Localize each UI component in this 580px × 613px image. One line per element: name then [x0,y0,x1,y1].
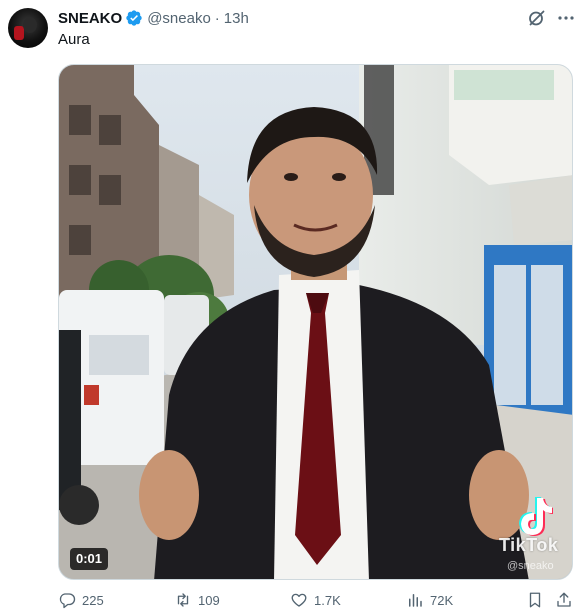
grok-icon[interactable] [527,8,547,28]
tweet-text: Aura [58,31,90,48]
video-player[interactable]: 0:01 TikTok @sneako [58,64,573,580]
more-options-icon[interactable] [556,8,576,28]
reply-icon [59,593,76,609]
views-count: 72K [430,592,454,608]
tiktok-logo-icon [519,497,553,536]
retweet-icon [177,593,189,607]
tiktok-watermark: TikTok [499,535,559,555]
bar-chart-icon [409,594,422,607]
reply-count: 225 [82,592,104,608]
separator-dot: · [214,9,220,27]
bookmark-button[interactable] [526,588,544,612]
avatar-accent [14,26,24,40]
avatar-silhouette [23,17,37,33]
video-timestamp: 0:01 [70,548,109,570]
video-frame [59,65,572,579]
views-button[interactable]: 72K [406,588,453,612]
author-name[interactable]: SNEAKO [58,10,122,27]
tweet-header: SNEAKO @sneako · 13h [58,8,249,28]
tiktok-watermark-handle: @sneako [507,560,554,572]
reply-button[interactable]: 225 [58,588,104,612]
like-button[interactable]: 1.7K [290,588,341,612]
share-button[interactable] [555,588,573,612]
author-handle[interactable]: @sneako [147,10,211,27]
retweet-button[interactable]: 109 [174,588,220,612]
avatar[interactable] [8,8,48,48]
verified-badge-icon [125,9,143,27]
bookmark-icon [529,592,541,608]
heart-icon [291,593,307,607]
retweet-count: 109 [198,592,220,608]
tweet-time[interactable]: 13h [224,10,249,27]
tweet: SNEAKO @sneako · 13h Aura 0:01 TikTok @s… [0,0,580,613]
like-count: 1.7K [314,592,341,608]
action-bar: 225 109 1.7K 72K [58,588,573,612]
share-icon [557,592,571,607]
